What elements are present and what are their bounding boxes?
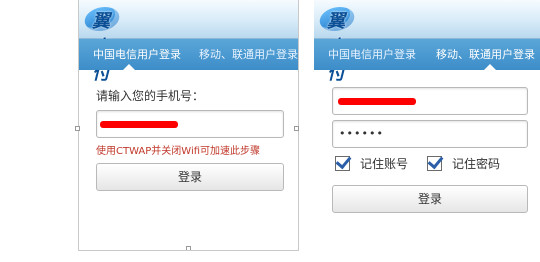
left-login-screen: 翼支付 中国电信用户登录 移动、联通用户登录 请输入您的手机号： 使用CTWAP…	[78, 0, 299, 251]
tab-telecom-login[interactable]: 中国电信用户登录	[93, 39, 181, 70]
remember-password-checkbox[interactable]	[427, 156, 442, 171]
yizhifu-logo: 翼支付	[82, 6, 122, 84]
login-button[interactable]: 登录	[96, 163, 284, 191]
login-button[interactable]: 登录	[332, 185, 528, 213]
phone-number-input[interactable]	[96, 110, 284, 138]
yizhifu-logo: 翼支付	[317, 6, 357, 84]
login-tabs: 中国电信用户登录 移动、联通用户登录	[79, 39, 298, 70]
ctwap-hint: 使用CTWAP并关闭Wifi可加速此步骤	[96, 146, 261, 157]
active-tab-indicator	[123, 64, 135, 70]
header-bar: 翼支付	[79, 0, 298, 84]
remember-account-checkbox[interactable]	[335, 156, 350, 171]
remember-password-label: 记住密码	[452, 157, 501, 171]
redaction-mark	[338, 98, 416, 105]
resize-handle	[186, 246, 191, 250]
password-input[interactable]: ••••••	[332, 120, 528, 148]
redaction-mark	[100, 121, 178, 128]
remember-account-option[interactable]: 记住账号	[335, 155, 408, 172]
phone-prompt-label: 请输入您的手机号：	[96, 89, 205, 103]
resize-handle-left	[75, 126, 80, 131]
password-mask: ••••••	[339, 127, 384, 140]
right-login-screen: 翼支付 中国电信用户登录 移动、联通用户登录 •••••• 记住账号 记住密码 …	[314, 0, 540, 262]
active-tab-indicator	[484, 64, 496, 70]
remember-account-label: 记住账号	[360, 157, 409, 171]
remember-password-option[interactable]: 记住密码	[427, 155, 500, 172]
tab-mobile-unicom-login[interactable]: 移动、联通用户登录	[199, 39, 298, 70]
login-tabs: 中国电信用户登录 移动、联通用户登录	[314, 39, 540, 70]
account-input[interactable]	[332, 87, 528, 115]
header-bar: 翼支付	[314, 0, 540, 84]
tab-telecom-login[interactable]: 中国电信用户登录	[328, 39, 416, 70]
resize-handle-right	[294, 126, 299, 131]
